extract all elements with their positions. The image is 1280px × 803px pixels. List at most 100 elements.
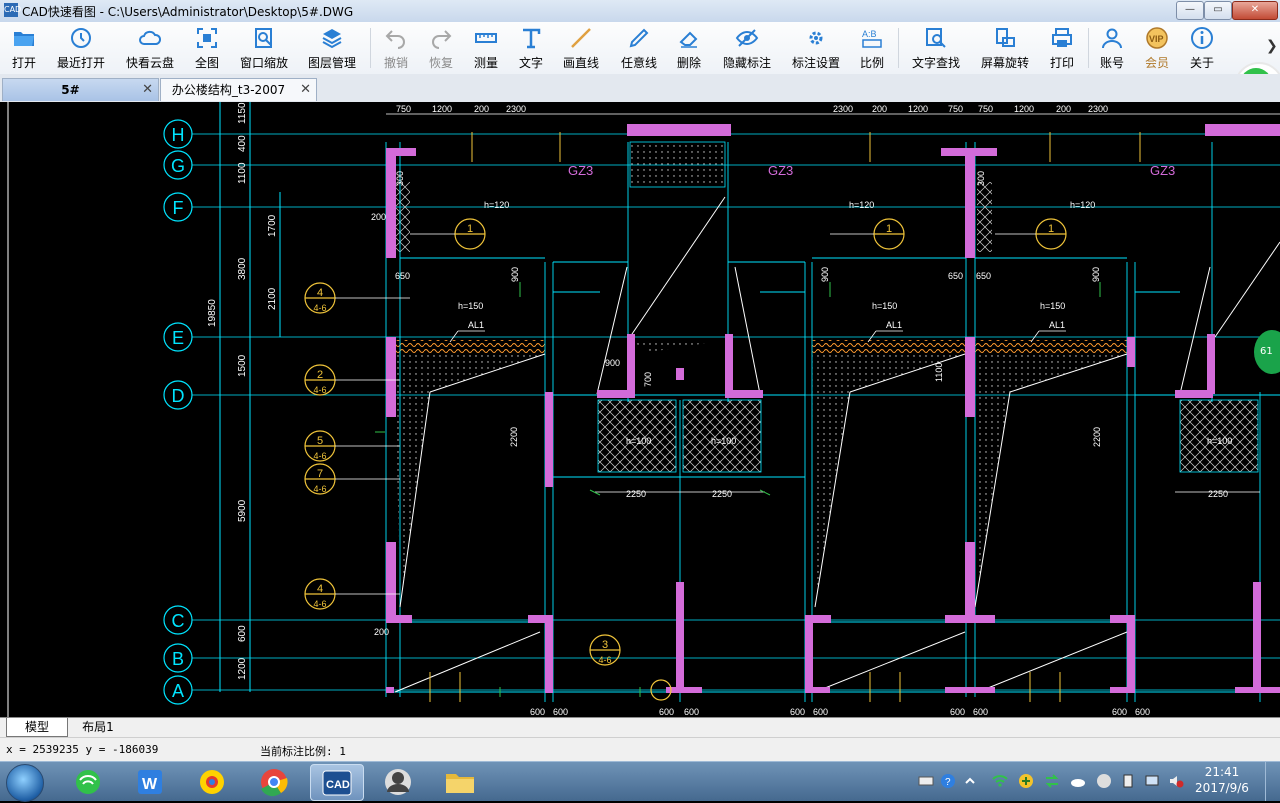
h-label: h=100 — [1207, 436, 1232, 446]
vip-icon: VIP — [1146, 27, 1168, 49]
tab-office-structure[interactable]: 办公楼结构_t3-2007 ✕ — [160, 78, 317, 101]
drawing-canvas[interactable]: H G F E D C B A 1150 400 1100 3800 1700 … — [0, 102, 1280, 717]
detail-number: 1 — [1048, 223, 1054, 235]
taskbar-browser-icon[interactable] — [186, 764, 238, 799]
file-explorer-icon — [446, 774, 474, 793]
dim-text: 900 — [1091, 267, 1101, 282]
start-button[interactable] — [6, 764, 44, 802]
close-tab-icon[interactable]: ✕ — [300, 79, 311, 101]
dim-text: 2100 — [267, 287, 278, 310]
open-button[interactable]: 打开 — [4, 24, 44, 72]
network-tray-icon[interactable] — [1144, 773, 1160, 789]
account-button[interactable]: 账号 — [1094, 24, 1130, 72]
taskbar-chrome-icon[interactable] — [248, 764, 300, 799]
redo-button[interactable]: 恢复 — [422, 24, 460, 72]
dim-text: 600 — [813, 707, 828, 717]
h-label: h=120 — [1070, 200, 1095, 210]
text-button[interactable]: 文字 — [512, 24, 550, 72]
dim-text: 2250 — [626, 489, 646, 499]
app-tray-icon[interactable] — [1096, 773, 1112, 789]
h-label: h=120 — [849, 200, 874, 210]
help-tray-icon[interactable]: ? — [940, 773, 956, 789]
gz3-label: GZ3 — [1150, 163, 1175, 178]
dotted-fill — [630, 340, 725, 352]
print-button[interactable]: 打印 — [1044, 24, 1080, 72]
about-button[interactable]: 关于 — [1184, 24, 1220, 72]
cad-drawing[interactable]: H G F E D C B A 1150 400 1100 3800 1700 … — [0, 102, 1280, 717]
detail-number: 2 — [317, 369, 323, 381]
find-text-icon — [926, 28, 946, 48]
find-text-button[interactable]: 文字查找 — [906, 24, 966, 72]
security-tray-icon[interactable] — [1018, 773, 1034, 789]
wifi-tray-icon[interactable] — [992, 773, 1008, 789]
svg-text:?: ? — [945, 777, 951, 788]
dim-text: 200 — [474, 104, 489, 114]
close-tab-icon[interactable]: ✕ — [142, 79, 153, 101]
zoom-window-button[interactable]: 窗口缩放 — [236, 24, 292, 72]
al1-label: AL1 — [1049, 320, 1065, 330]
minimize-button[interactable]: — — [1176, 1, 1204, 20]
rotate-screen-button[interactable]: 屏幕旋转 — [976, 24, 1034, 72]
dim-text: 200 — [371, 212, 386, 222]
cloud-tray-icon[interactable] — [1070, 773, 1086, 789]
undo-button[interactable]: 撤销 — [378, 24, 414, 72]
recent-open-button[interactable]: 最近打开 — [52, 24, 110, 72]
show-desktop-button[interactable] — [1265, 762, 1280, 801]
dim-text: 600 — [237, 625, 248, 642]
usb-tray-icon[interactable] — [1120, 773, 1136, 789]
dim-text: 200 — [374, 627, 389, 637]
eye-hide-icon — [735, 29, 759, 47]
dim-text: 600 — [1135, 707, 1150, 717]
tab-layout1[interactable]: 布局1 — [68, 718, 128, 736]
dim-text: 1100 — [934, 363, 944, 382]
dim-text: 900 — [605, 358, 620, 368]
detail-number: 4 — [317, 287, 323, 299]
dim-text: 600 — [684, 707, 699, 717]
tab-model[interactable]: 模型 — [6, 718, 68, 737]
dim-text: 900 — [820, 267, 830, 282]
layer-manager-button[interactable]: 图层管理 — [304, 24, 360, 72]
hatched-column — [977, 182, 992, 252]
taskbar-avatar-app-icon[interactable] — [372, 764, 424, 799]
status-bar: x = 2539235 y = -186039 当前标注比例: 1 — [0, 737, 1280, 762]
gz3-label: GZ3 — [568, 163, 593, 178]
taskbar-cad-icon[interactable]: CAD — [310, 764, 364, 801]
taskbar-ie-icon[interactable] — [62, 764, 114, 799]
h-label: h=150 — [1040, 301, 1065, 311]
delete-button[interactable]: 删除 — [670, 24, 708, 72]
vip-button[interactable]: VIP 会员 — [1138, 24, 1176, 72]
dim-text: 650 — [948, 271, 963, 281]
volume-muted-icon[interactable] — [1168, 773, 1184, 789]
svg-text:VIP: VIP — [1149, 34, 1164, 44]
toolbar-more-chevron-icon[interactable]: ❯ — [1266, 38, 1278, 54]
freehand-line-button[interactable]: 任意线 — [616, 24, 662, 72]
taskbar-wps-icon[interactable]: W — [124, 764, 176, 799]
taskbar-clock[interactable]: 21:41 2017/9/6 — [1192, 764, 1252, 796]
annotation-settings-button[interactable]: 标注设置 — [788, 24, 844, 72]
tab-5-dwg[interactable]: 5# ✕ — [2, 78, 159, 101]
taskbar-file-explorer-icon[interactable] — [434, 764, 486, 799]
maximize-button[interactable]: ▭ — [1204, 1, 1232, 20]
dim-text: 300 — [395, 171, 405, 186]
axis-label-d: D — [172, 386, 185, 406]
measure-button[interactable]: 测量 — [468, 24, 504, 72]
h-label: h=150 — [872, 301, 897, 311]
cloud-drive-button[interactable]: 快看云盘 — [120, 24, 180, 72]
dim-text: 2300 — [1088, 104, 1108, 114]
expand-tray-chevron-icon[interactable] — [962, 773, 978, 789]
fit-view-button[interactable]: 全图 — [188, 24, 226, 72]
keyboard-tray-icon[interactable] — [918, 773, 934, 789]
sync-tray-icon[interactable] — [1044, 773, 1060, 789]
svg-text:A:B: A:B — [862, 29, 877, 39]
draw-line-button[interactable]: 画直线 — [558, 24, 604, 72]
detail-sheet: 4-6 — [313, 451, 326, 461]
scale-button[interactable]: A:B 比例 — [854, 24, 890, 72]
al1-band — [393, 340, 545, 354]
hatched-column — [395, 182, 410, 252]
dim-text: 3800 — [237, 257, 248, 280]
axis-label-a: A — [172, 681, 184, 701]
dim-text: 600 — [553, 707, 568, 717]
hide-annotation-button[interactable]: 隐藏标注 — [718, 24, 776, 72]
close-button[interactable]: ✕ — [1232, 1, 1278, 20]
detail-sheet: 4-6 — [313, 385, 326, 395]
